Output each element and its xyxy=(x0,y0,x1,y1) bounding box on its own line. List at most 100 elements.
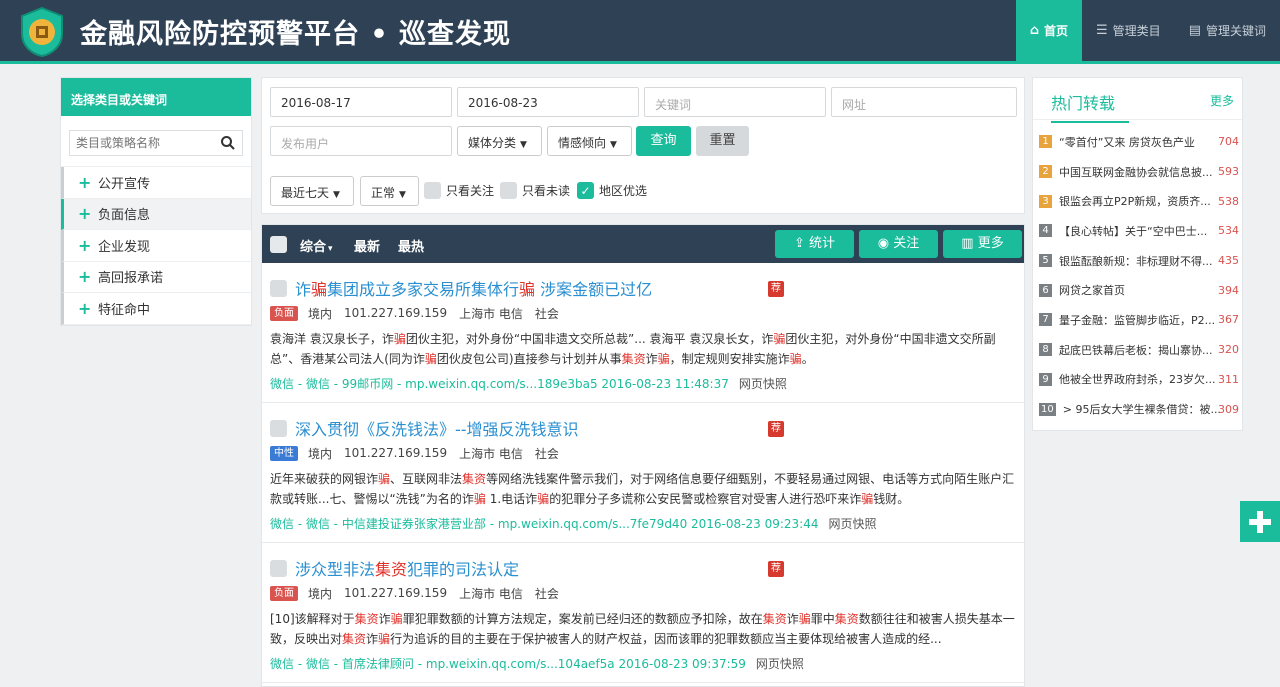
text-segment: 诈 xyxy=(295,280,312,299)
reset-button[interactable]: 重置 xyxy=(696,126,749,156)
hot-item[interactable]: 10 > 95后女大学生裸条借贷：被... 309 xyxy=(1033,394,1242,424)
hot-item-count: 309 xyxy=(1218,402,1239,416)
end-date-input[interactable]: 2016-08-23 xyxy=(457,87,639,117)
result-title-link[interactable]: 深入贯彻《反洗钱法》--增强反洗钱意识 xyxy=(295,416,579,440)
time-range-dropdown[interactable]: 最近七天 ▼ xyxy=(270,176,354,206)
source-link[interactable]: 微信 - 微信 - 99邮币网 - mp.weixin.qq.com/s...1… xyxy=(270,377,729,391)
rank-badge: 10 xyxy=(1039,402,1056,416)
keyword-highlight: 集资 xyxy=(354,612,379,626)
publisher-input[interactable]: 发布用户 xyxy=(270,126,452,156)
keyword-highlight: 骗 xyxy=(789,352,802,366)
media-category-dropdown[interactable]: 媒体分类 ▼ xyxy=(457,126,542,156)
document-icon: ▤ xyxy=(1188,23,1201,38)
nav-manage-keywords[interactable]: ▤ 管理关键词 xyxy=(1175,0,1280,61)
source-link[interactable]: 微信 - 微信 - 中信建投证券张家港营业部 - mp.weixin.qq.co… xyxy=(270,517,818,531)
keyword-highlight: 集资 xyxy=(375,560,408,579)
rank-badge: 5 xyxy=(1039,254,1052,268)
hot-more-link[interactable]: 更多 xyxy=(1210,92,1234,109)
hot-item[interactable]: 3 银监会再立P2P新规，资质齐... 538 xyxy=(1033,186,1242,216)
caret-down-icon: ▼ xyxy=(333,190,340,200)
result-source: 微信 - 微信 - 首席法律顾问 - mp.weixin.qq.com/s...… xyxy=(270,655,1024,672)
result-checkbox[interactable] xyxy=(270,419,287,437)
keyword-highlight: 骗 xyxy=(393,332,406,346)
start-date-input[interactable]: 2016-08-17 xyxy=(270,87,452,117)
region-first-label: 地区优选 xyxy=(599,184,648,198)
hot-item[interactable]: 6 网贷之家首页 394 xyxy=(1033,275,1242,305)
result-checkbox[interactable] xyxy=(270,559,287,577)
nav-manage-categories[interactable]: ☰ 管理类目 xyxy=(1082,0,1175,61)
result-title-link[interactable]: 诈骗集团成立多家交易所集体行骗 涉案金额已过亿 xyxy=(295,276,652,300)
select-all-checkbox[interactable] xyxy=(270,236,287,253)
more-button[interactable]: ▥ 更多 xyxy=(943,230,1022,258)
keyword-highlight: 集资 xyxy=(621,352,646,366)
hot-item[interactable]: 9 他被全世界政府封杀，23岁欠... 311 xyxy=(1033,365,1242,395)
snapshot-link[interactable]: 网页快照 xyxy=(756,657,804,671)
add-button[interactable] xyxy=(1240,501,1280,542)
hot-item-title: “零首付”又来 房贷灰色产业 xyxy=(1059,135,1195,149)
stats-button[interactable]: ⇪ 统计 xyxy=(775,230,854,258)
hot-item-title: 【良心转帖】关于“空中巴士... xyxy=(1059,224,1208,238)
result-item: 深入贯彻《反洗钱法》--增强反洗钱意识 荐中性 境内 101.227.169.159 上… xyxy=(262,403,1024,543)
sort-comprehensive-label: 综合 xyxy=(300,240,327,255)
result-title-link[interactable]: 涉众型非法集资犯罪的司法认定 xyxy=(295,556,519,580)
sidebar-heading: 选择类目或关键词 xyxy=(61,78,251,116)
url-input[interactable]: 网址 xyxy=(831,87,1017,117)
location-text: 上海市 电信 xyxy=(459,586,523,601)
location-text: 上海市 电信 xyxy=(459,446,523,461)
hot-item-count: 367 xyxy=(1218,313,1239,327)
result-item: 涉众型非法集资犯罪的司法认定荐负面 境内 101.227.169.159 上海市 电信… xyxy=(262,543,1024,683)
sort-hottest[interactable]: 最热 xyxy=(398,236,424,255)
media-category-label: 媒体分类 xyxy=(468,136,517,150)
result-head: 涉众型非法集资犯罪的司法认定 xyxy=(270,557,1024,579)
ip-text: 101.227.169.159 xyxy=(344,446,448,460)
only-follow-checkbox[interactable]: 只看关注 xyxy=(424,182,494,199)
sidebar-item-high-return[interactable]: + 高回报承诺 xyxy=(61,261,251,293)
sort-latest[interactable]: 最新 xyxy=(354,236,380,255)
sentiment-dropdown[interactable]: 情感倾向 ▼ xyxy=(547,126,632,156)
snapshot-link[interactable]: 网页快照 xyxy=(739,377,787,391)
sidebar-item-public[interactable]: + 公开宣传 xyxy=(61,167,251,199)
hot-item[interactable]: 4 【良心转帖】关于“空中巴士... 534 xyxy=(1033,216,1242,246)
sidebar-item-negative[interactable]: + 负面信息 xyxy=(61,198,251,230)
plus-icon xyxy=(1249,510,1271,533)
follow-button[interactable]: ◉ 关注 xyxy=(859,230,938,258)
search-button[interactable]: 查询 xyxy=(636,126,691,156)
status-dropdown[interactable]: 正常 ▼ xyxy=(360,176,419,206)
hot-item-title: 他被全世界政府封杀，23岁欠... xyxy=(1059,373,1216,387)
sort-comprehensive[interactable]: 综合 ▾ xyxy=(300,236,333,255)
hot-item[interactable]: 5 银监酝酿新规：非标理财不得... 435 xyxy=(1033,246,1242,276)
region-first-checkbox[interactable]: ✓ 地区优选 xyxy=(577,182,647,199)
rank-badge: 9 xyxy=(1039,372,1052,386)
hot-item[interactable]: 8 起底巴铁幕后老板：揭山寨协... 320 xyxy=(1033,335,1242,365)
status-label: 正常 xyxy=(371,186,396,200)
bar-chart-icon: ▥ xyxy=(961,236,978,251)
snapshot-link[interactable]: 网页快照 xyxy=(828,517,876,531)
search-icon[interactable] xyxy=(220,135,236,151)
category-search-input[interactable] xyxy=(70,131,220,155)
keyword-highlight: 骗 xyxy=(424,352,437,366)
result-item: 诈骗集团成立多家交易所集体行骗 涉案金额已过亿荐负面 境内 101.227.169.… xyxy=(262,263,1024,403)
keyword-input[interactable]: 关键词 xyxy=(644,87,826,117)
hot-item-title: 银监酝酿新规：非标理财不得... xyxy=(1059,254,1213,268)
list-icon: ☰ xyxy=(1096,23,1108,38)
text-segment: 。 xyxy=(801,352,814,366)
hot-item-count: 311 xyxy=(1218,372,1239,386)
sidebar-item-label: 高回报承诺 xyxy=(98,271,164,287)
hot-item[interactable]: 1 “零首付”又来 房贷灰色产业 704 xyxy=(1033,127,1242,157)
text-segment: ，制定规则安排实施诈 xyxy=(669,352,790,366)
text-segment: 团伙主犯，对外身份“中国非遗文交所总裁”... 袁海平 袁汉泉长女，诈 xyxy=(405,332,774,346)
text-segment: 诈 xyxy=(786,612,799,626)
hot-item-title: 起底巴铁幕后老板：揭山寨协... xyxy=(1059,343,1213,357)
hot-item[interactable]: 7 量子金融：监管脚步临近，P2... 367 xyxy=(1033,305,1242,335)
sentiment-badge: 负面 xyxy=(270,305,298,321)
nav-home[interactable]: ⌂ 首页 xyxy=(1015,0,1083,61)
only-unread-checkbox[interactable]: 只看未读 xyxy=(500,182,570,199)
source-link[interactable]: 微信 - 微信 - 首席法律顾问 - mp.weixin.qq.com/s...… xyxy=(270,657,746,671)
hot-item[interactable]: 2 中国互联网金融协会就信息披... 593 xyxy=(1033,157,1242,187)
sidebar-item-feature-hit[interactable]: + 特征命中 xyxy=(61,293,251,325)
result-checkbox[interactable] xyxy=(270,279,287,297)
plus-icon: + xyxy=(78,235,92,255)
plus-icon: + xyxy=(78,204,92,224)
text-segment: 罪犯罪数额的计算方法规定，案发前已经归还的数额应予扣除，故在 xyxy=(402,612,763,626)
sidebar-item-enterprise[interactable]: + 企业发现 xyxy=(61,230,251,262)
